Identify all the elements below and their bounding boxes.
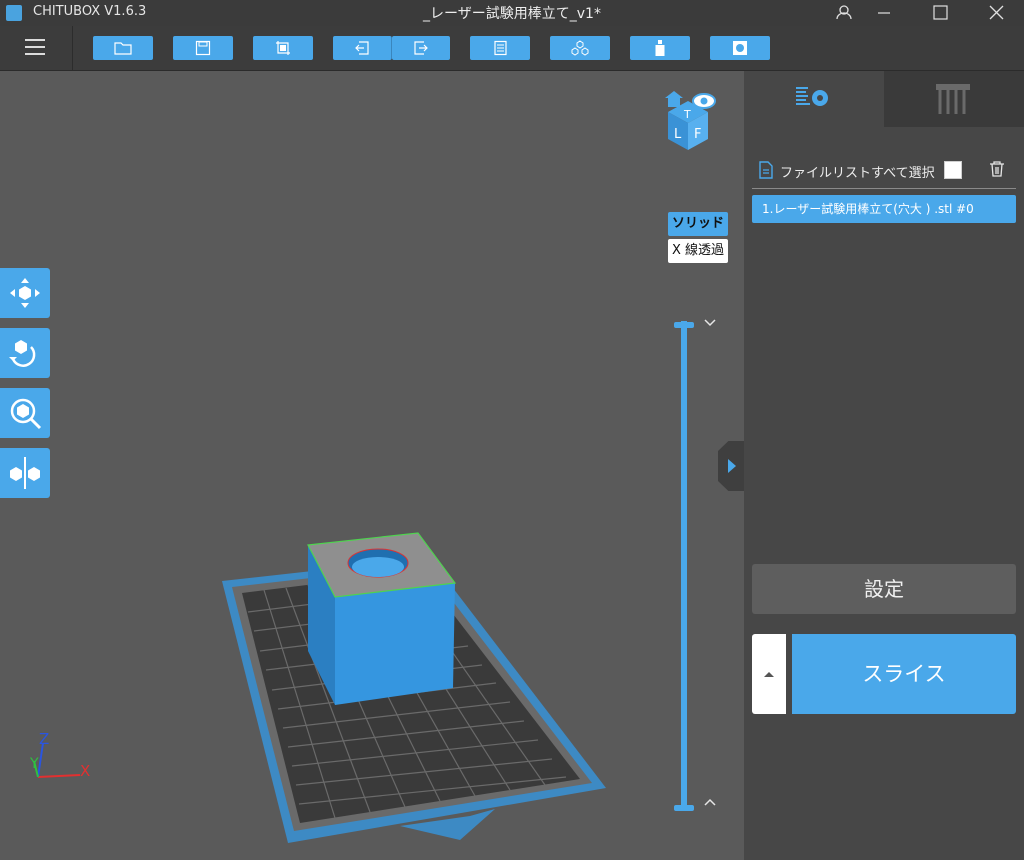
import-icon: [276, 41, 290, 55]
hollow-icon: [655, 40, 665, 56]
view-top-face[interactable]: T: [683, 108, 691, 121]
file-list-icon: [494, 40, 507, 56]
scale-icon: [10, 398, 42, 430]
open-file-button[interactable]: [93, 36, 153, 60]
move-tool-button[interactable]: [0, 268, 50, 318]
close-icon: [989, 5, 1004, 20]
import-button[interactable]: [253, 36, 313, 60]
supports-tab-icon: [936, 84, 970, 114]
slice-options-button[interactable]: [752, 634, 786, 714]
tab-supports[interactable]: [884, 71, 1024, 127]
close-button[interactable]: [973, 0, 1019, 26]
title-bar: CHITUBOX V1.6.3 _レーザー試験用棒立て_v1*: [0, 0, 1024, 26]
hollow-button[interactable]: [630, 36, 690, 60]
undo-icon: [355, 41, 369, 55]
right-panel: ファイルリストすべて選択 1.レーザー試験用棒立て(穴大 ) .stl #0 設…: [718, 71, 1024, 860]
menu-icon: [25, 39, 45, 41]
home-icon[interactable]: [665, 91, 683, 107]
view-left-face[interactable]: L: [674, 127, 682, 142]
file-list-item[interactable]: 1.レーザー試験用棒立て(穴大 ) .stl #0: [752, 195, 1016, 223]
view-cube[interactable]: T L F: [665, 91, 716, 150]
redo-icon: [414, 41, 428, 55]
drill-hole-icon: [733, 41, 747, 55]
maximize-icon: [933, 5, 948, 20]
chevron-right-icon: [728, 459, 736, 473]
rotate-tool-button[interactable]: [0, 328, 50, 378]
layer-slider-bottom-handle[interactable]: [674, 805, 694, 811]
arrange-button[interactable]: [550, 36, 610, 60]
redo-button[interactable]: [392, 36, 450, 60]
slice-button[interactable]: スライス: [792, 634, 1016, 714]
rotate-icon: [9, 340, 36, 367]
file-icon: [759, 161, 773, 179]
select-all-checkbox[interactable]: [944, 161, 962, 179]
main-toolbar: [0, 26, 1024, 71]
file-list-button[interactable]: [470, 36, 530, 60]
scene: X Z Y T L F: [29, 91, 716, 843]
x-axis-line: [37, 774, 81, 778]
panel-collapse-button[interactable]: [718, 441, 744, 491]
scale-tool-button[interactable]: [0, 388, 50, 438]
layer-up-chevron-icon[interactable]: [704, 798, 716, 806]
mirror-icon: [10, 457, 40, 489]
main-menu-button[interactable]: [0, 26, 73, 70]
3d-viewport[interactable]: X Z Y T L F ソリッド X 線透過: [0, 71, 744, 860]
arrange-icon: [571, 40, 589, 56]
settings-button[interactable]: 設定: [752, 564, 1016, 614]
undo-button[interactable]: [333, 36, 392, 60]
save-button[interactable]: [173, 36, 233, 60]
minimize-icon: [878, 12, 890, 14]
menu-icon-bar: [25, 53, 45, 55]
xray-mode-button[interactable]: X 線透過: [668, 239, 728, 263]
file-list-header: ファイルリストすべて選択: [752, 156, 1016, 189]
save-icon: [195, 40, 211, 56]
y-axis-label: Y: [29, 756, 39, 772]
drill-hole-button[interactable]: [710, 36, 770, 60]
tab-settings[interactable]: [744, 71, 884, 127]
mirror-tool-button[interactable]: [0, 448, 50, 498]
settings-tab-icon: [796, 87, 828, 106]
trash-icon[interactable]: [989, 160, 1005, 178]
layer-slider-top-handle[interactable]: [674, 322, 694, 328]
model-front-face[interactable]: [335, 583, 455, 705]
caret-up-icon: [764, 672, 774, 677]
move-icon: [10, 278, 40, 308]
select-all-label: ファイルリストすべて選択: [780, 166, 935, 181]
z-axis-line: [37, 742, 44, 778]
layer-slider[interactable]: [681, 321, 687, 808]
solid-mode-button[interactable]: ソリッド: [668, 212, 728, 236]
minimize-button[interactable]: [861, 0, 907, 26]
menu-icon-bar: [25, 46, 45, 48]
layer-down-chevron-icon[interactable]: [704, 319, 716, 327]
open-file-icon: [114, 42, 132, 55]
x-axis-label: X: [80, 762, 90, 780]
view-front-face[interactable]: F: [694, 127, 701, 142]
maximize-button[interactable]: [917, 0, 963, 26]
z-axis-label: Z: [39, 730, 49, 748]
model-hole-inner: [352, 557, 404, 577]
